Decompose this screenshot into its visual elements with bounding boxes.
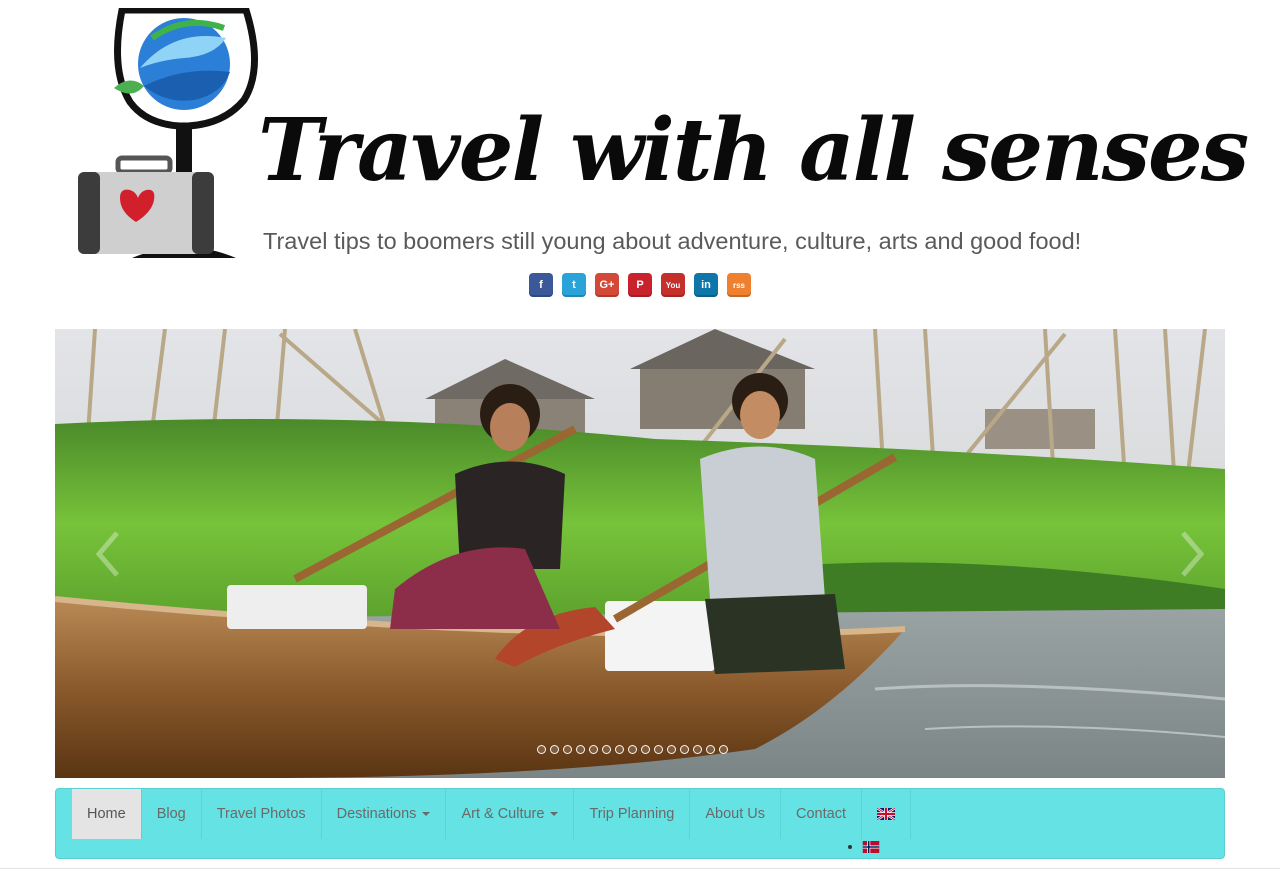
- norway-flag-icon[interactable]: [862, 841, 880, 853]
- rss-icon[interactable]: rss: [727, 273, 751, 297]
- slider-dot[interactable]: [537, 745, 546, 754]
- slider-dot[interactable]: [680, 745, 689, 754]
- nav-item-about-us[interactable]: About Us: [690, 789, 781, 839]
- nav-item-label: Travel Photos: [216, 806, 306, 822]
- pinterest-icon[interactable]: P: [628, 273, 652, 297]
- nav-item-label: Destinations: [336, 806, 417, 822]
- nav-item-travel-photos[interactable]: Travel Photos: [202, 789, 322, 839]
- rss-icon-glyph: rss: [732, 280, 745, 290]
- nav-item-label: Blog: [156, 806, 186, 822]
- nav-item-trip-planning[interactable]: Trip Planning: [574, 789, 691, 839]
- linkedin-icon-glyph: in: [701, 279, 711, 291]
- slider-pagination: [537, 745, 728, 754]
- slider-next-arrow[interactable]: [1177, 529, 1207, 579]
- site-tagline: Travel tips to boomers still young about…: [263, 228, 1082, 254]
- main-navbar: Home Blog Travel Photos Destinations Art & C…: [55, 788, 1225, 859]
- site-title[interactable]: Travel with all senses: [258, 86, 1249, 216]
- slider-dot[interactable]: [576, 745, 585, 754]
- nav-item-language[interactable]: [862, 789, 911, 839]
- slider-dot[interactable]: [602, 745, 611, 754]
- nav-item-destinations[interactable]: Destinations: [322, 789, 447, 839]
- slider-dot[interactable]: [550, 745, 559, 754]
- slider-prev-arrow[interactable]: [93, 529, 123, 579]
- nav-item-label: Trip Planning: [589, 806, 675, 822]
- linkedin-icon[interactable]: in: [694, 273, 718, 297]
- slider-dot[interactable]: [628, 745, 637, 754]
- nav-item-label: Art & Culture: [461, 806, 545, 822]
- language-submenu: [848, 841, 880, 853]
- page-divider: [0, 868, 1280, 869]
- youtube-icon[interactable]: You: [661, 273, 685, 297]
- caret-down-icon: [550, 812, 559, 816]
- pinterest-icon-glyph: P: [636, 279, 644, 291]
- site-logo[interactable]: [74, 8, 260, 266]
- google-plus-icon[interactable]: G+: [595, 273, 619, 297]
- slider-dot[interactable]: [563, 745, 572, 754]
- slider-dot[interactable]: [654, 745, 663, 754]
- nav-item-label: Home: [87, 806, 126, 822]
- slider-dot[interactable]: [615, 745, 624, 754]
- nav-item-label: About Us: [705, 806, 765, 822]
- nav-item-contact[interactable]: Contact: [781, 789, 862, 839]
- facebook-icon-glyph: f: [539, 279, 543, 291]
- uk-flag-icon: [876, 808, 895, 820]
- facebook-icon[interactable]: f: [529, 273, 553, 297]
- nav-item-art-culture[interactable]: Art & Culture: [446, 789, 575, 839]
- slider-dot[interactable]: [641, 745, 650, 754]
- slide-image: [55, 329, 1225, 778]
- twitter-icon[interactable]: t: [562, 273, 586, 297]
- google-plus-icon-glyph: G+: [599, 279, 615, 291]
- slider-dot[interactable]: [693, 745, 702, 754]
- nav-item-home[interactable]: Home: [72, 789, 142, 839]
- caret-down-icon: [422, 812, 431, 816]
- nav-item-blog[interactable]: Blog: [142, 789, 202, 839]
- social-icons: f t G+ P You in rss: [529, 273, 751, 297]
- nav-menu: Home Blog Travel Photos Destinations Art & C…: [56, 789, 1224, 839]
- slider-dot[interactable]: [719, 745, 728, 754]
- slider-dot[interactable]: [706, 745, 715, 754]
- list-bullet: [848, 845, 852, 849]
- slider-dot[interactable]: [667, 745, 676, 754]
- youtube-icon-glyph: You: [665, 280, 681, 290]
- image-slider[interactable]: [55, 329, 1225, 778]
- twitter-icon-glyph: t: [572, 279, 576, 291]
- slider-dot[interactable]: [589, 745, 598, 754]
- nav-item-label: Contact: [796, 806, 846, 822]
